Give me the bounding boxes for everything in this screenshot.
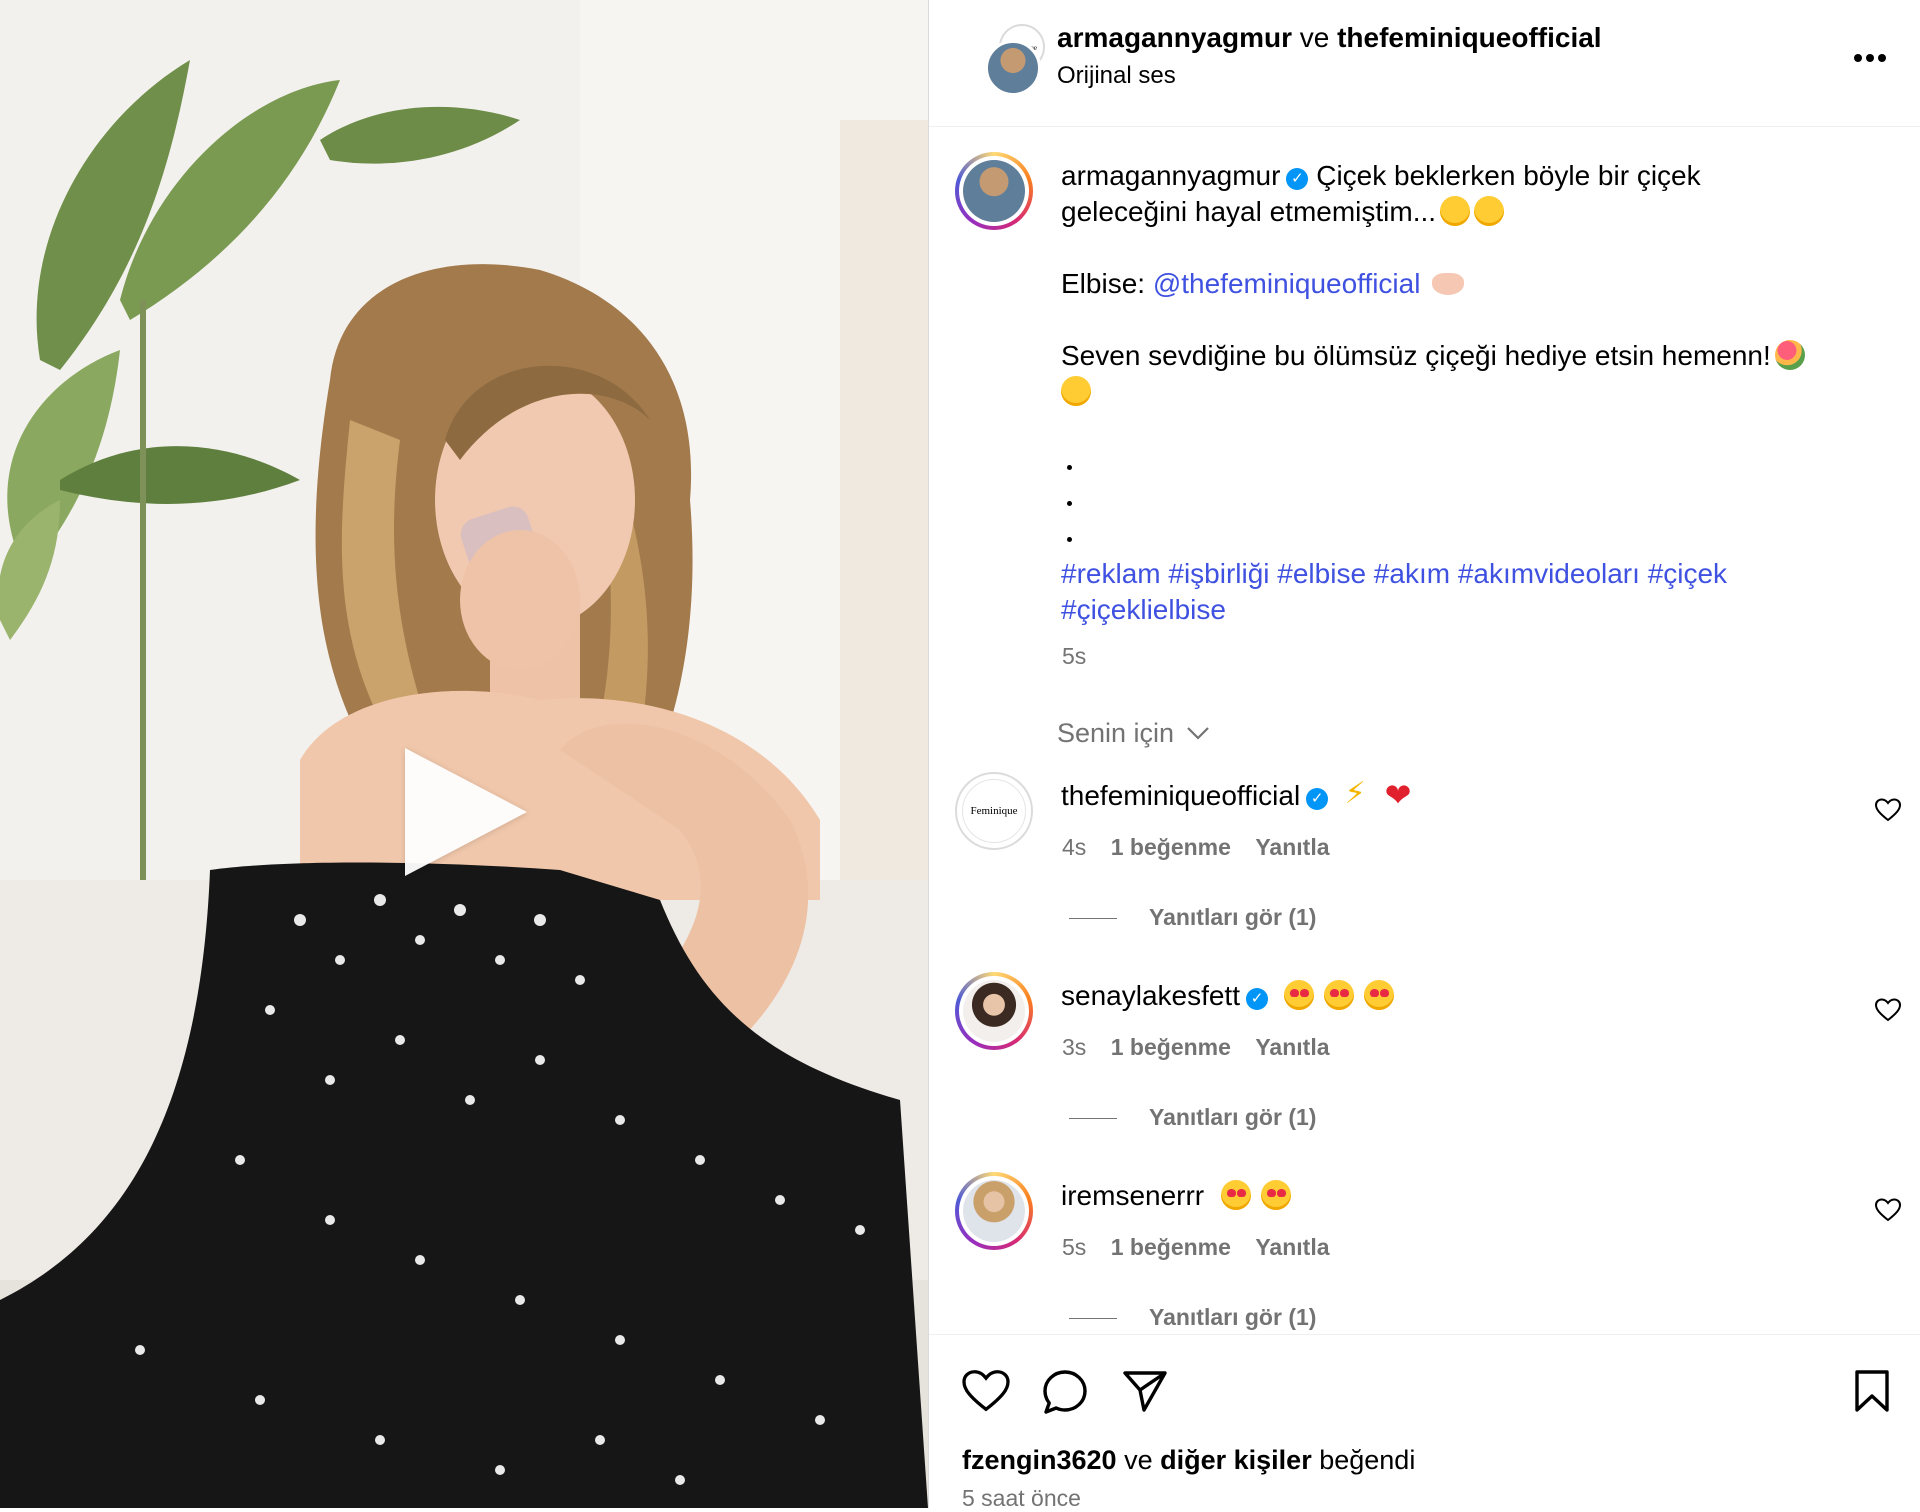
comment-1-username[interactable]: thefeminiqueofficial xyxy=(1061,780,1300,811)
liked-by-conj: ve xyxy=(1124,1445,1153,1475)
comment-1-view-replies[interactable]: Yanıtları gör (1) xyxy=(1149,904,1316,931)
feminique-logo: Feminique xyxy=(962,779,1026,843)
audio-link[interactable]: Orijinal ses xyxy=(1057,62,1176,90)
caption-time: 5s xyxy=(1062,643,1087,669)
comment-2-like-heart-icon[interactable] xyxy=(1875,998,1901,1022)
elbise-label: Elbise: xyxy=(1061,268,1146,299)
verified-badge-icon: ✓ xyxy=(1286,168,1309,190)
author-avatar xyxy=(985,40,1041,96)
heart-eyes-emoji-icon xyxy=(1364,980,1395,1010)
comment-filter-label: Senin için xyxy=(1057,718,1175,748)
comment-2-likes[interactable]: 1 beğenme xyxy=(1111,1034,1231,1060)
more-horizontal-icon[interactable] xyxy=(1853,50,1887,62)
comment-1-like-heart-icon[interactable] xyxy=(1875,798,1901,822)
heart-eyes-emoji-icon xyxy=(1220,1180,1251,1210)
post-video[interactable] xyxy=(0,0,928,1508)
header-collaborator-link[interactable]: thefeminiqueofficial xyxy=(1337,22,1601,53)
caption-line-3: Seven sevdiğine bu ölümsüz çiçeği hediye… xyxy=(1061,340,1771,371)
comment-1-replies-line xyxy=(1069,918,1117,919)
heart-hands-emoji-icon xyxy=(1432,273,1465,295)
comment-3-time: 5s xyxy=(1062,1234,1087,1260)
caption-avatar-image xyxy=(963,160,1025,222)
header-conjunction: ve xyxy=(1299,22,1330,53)
hashtags-line-2[interactable]: #çiçeklielbise xyxy=(1061,592,1881,628)
pleading-face-emoji-icon xyxy=(1474,196,1505,226)
liked-by-others-link[interactable]: diğer kişiler xyxy=(1160,1445,1312,1475)
comment-3-like-heart-icon[interactable] xyxy=(1875,1198,1901,1222)
caption-line-1: Çiçek beklerken böyle bir çiçek xyxy=(1316,160,1701,191)
comment-2-time: 3s xyxy=(1062,1034,1087,1060)
verified-badge-icon: ✓ xyxy=(1246,988,1268,1010)
post-header: Feminique armagannyagmur ve thefeminique… xyxy=(929,0,1920,127)
caption: armagannyagmur ✓ Çiçek beklerken böyle bi… xyxy=(1061,158,1881,410)
red-heart-emoji-icon xyxy=(1385,776,1415,814)
mention-link[interactable]: @thefeminiqueofficial xyxy=(1153,268,1421,299)
comment-3-avatar[interactable] xyxy=(955,1172,1033,1250)
play-icon[interactable] xyxy=(405,748,527,876)
comment-2-view-replies[interactable]: Yanıtları gör (1) xyxy=(1149,1104,1316,1131)
action-bar: fzengin3620 ve diğer kişiler beğendi 5 s… xyxy=(929,1334,1920,1511)
melting-face-emoji-icon xyxy=(1440,196,1471,226)
save-bookmark-icon[interactable] xyxy=(1854,1369,1890,1413)
caption-username-link[interactable]: armagannyagmur xyxy=(1061,160,1280,191)
comment-3-avatar-image xyxy=(963,1180,1025,1242)
caption-line-2: geleceğini hayal etmemiştim... xyxy=(1061,196,1437,227)
caption-dot-1 xyxy=(1067,465,1072,470)
comment-3-reply-button[interactable]: Yanıtla xyxy=(1255,1234,1329,1260)
star-struck-emoji-icon xyxy=(1061,376,1091,406)
collab-avatar-stack[interactable]: Feminique xyxy=(957,22,1047,96)
caption-dot-2 xyxy=(1067,501,1072,506)
like-heart-icon[interactable] xyxy=(962,1369,1010,1413)
comment-3-replies-line xyxy=(1069,1318,1117,1319)
heart-eyes-emoji-icon xyxy=(1260,1180,1291,1210)
liked-by-suffix: beğendi xyxy=(1319,1445,1416,1475)
chevron-down-icon xyxy=(1186,727,1209,740)
comment-2-username[interactable]: senaylakesfett xyxy=(1061,980,1240,1011)
comment-bubble-icon[interactable] xyxy=(1042,1369,1088,1415)
comment-3-view-replies[interactable]: Yanıtları gör (1) xyxy=(1149,1304,1316,1331)
comment-1-avatar-text: Feminique xyxy=(970,805,1018,817)
caption-dot-3 xyxy=(1067,537,1072,542)
liked-by-text: fzengin3620 ve diğer kişiler beğendi xyxy=(962,1445,1415,1476)
heart-eyes-emoji-icon xyxy=(1284,980,1315,1010)
comment-2-reply-button[interactable]: Yanıtla xyxy=(1255,1034,1329,1060)
comment-1-likes[interactable]: 1 beğenme xyxy=(1111,834,1231,860)
post-details-panel: Feminique armagannyagmur ve thefeminique… xyxy=(928,0,1920,1511)
comment-1-time: 4s xyxy=(1062,834,1087,860)
share-send-icon[interactable] xyxy=(1122,1369,1168,1413)
comment-3-username[interactable]: iremsenerrr xyxy=(1061,1180,1204,1211)
verified-badge-icon: ✓ xyxy=(1306,788,1329,810)
comment-1-avatar[interactable]: Feminique xyxy=(955,772,1033,850)
lightning-emoji-icon xyxy=(1345,776,1375,811)
comment-2-avatar[interactable] xyxy=(955,972,1033,1050)
header-author-link[interactable]: armagannyagmur xyxy=(1057,22,1292,53)
hashtags-line-1[interactable]: #reklam #işbirliği #elbise #akım #akımvi… xyxy=(1061,556,1881,592)
bouquet-emoji-icon xyxy=(1774,340,1805,370)
comment-2-avatar-image xyxy=(963,980,1025,1042)
comment-filter-dropdown[interactable]: Senin için xyxy=(1057,718,1210,749)
comment-3-likes[interactable]: 1 beğenme xyxy=(1111,1234,1231,1260)
comment-1-reply-button[interactable]: Yanıtla xyxy=(1255,834,1329,860)
heart-eyes-emoji-icon xyxy=(1324,980,1355,1010)
liked-by-user-link[interactable]: fzengin3620 xyxy=(962,1445,1117,1475)
comment-2-replies-line xyxy=(1069,1118,1117,1119)
caption-avatar[interactable] xyxy=(955,152,1033,230)
